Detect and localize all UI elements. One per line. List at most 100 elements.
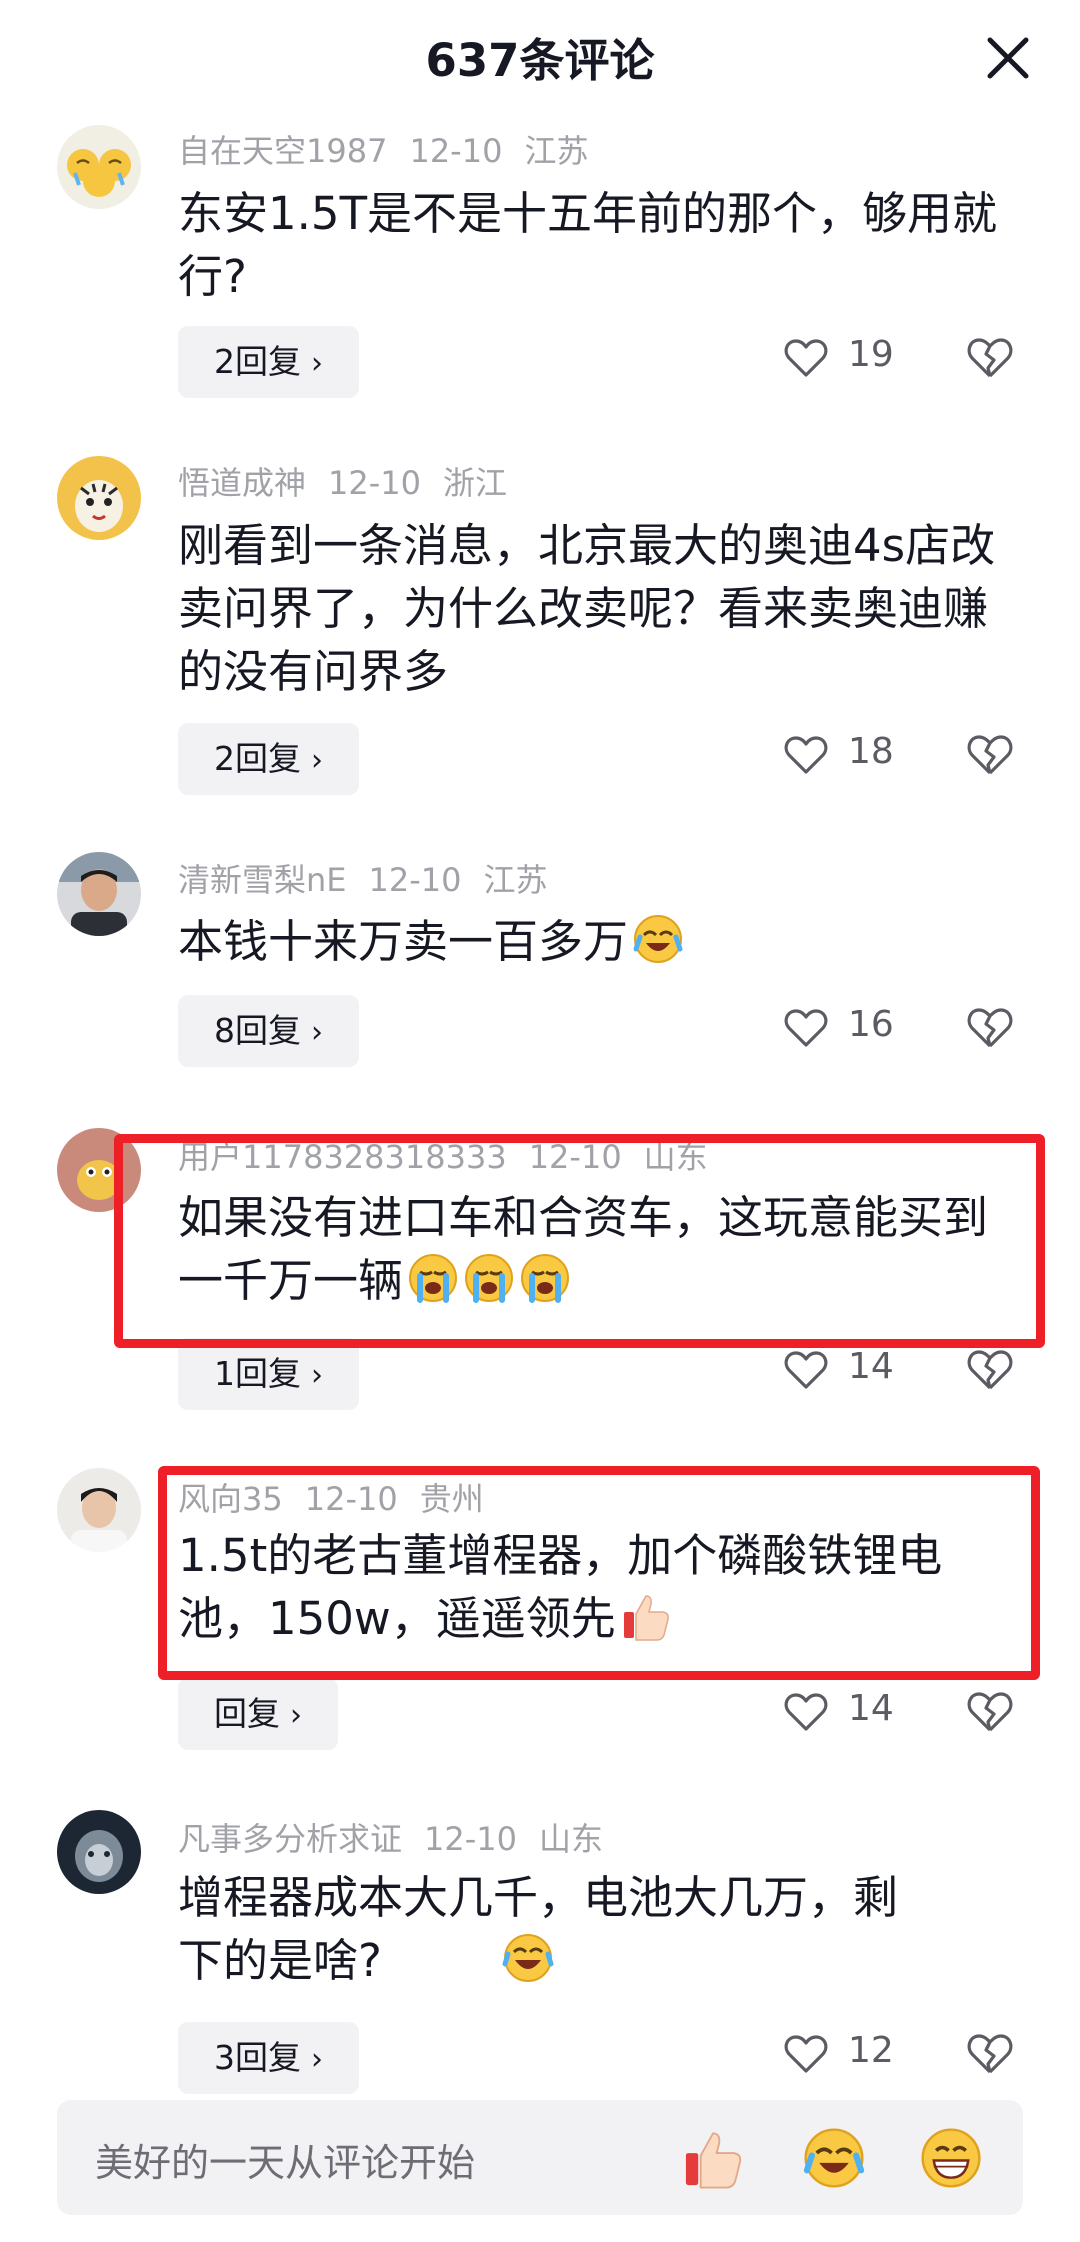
comment-text: 东安1.5T是不是十五年前的那个，够用就行? xyxy=(178,187,998,303)
comment-text: 如果没有进口车和合资车，这玩意能买到一千万一辆 xyxy=(178,1186,1008,1312)
thumbs-up-emoji xyxy=(623,1595,669,1641)
dislike-button[interactable] xyxy=(966,1000,1018,1060)
reply-label: 8回复 xyxy=(214,1011,301,1050)
reply-button[interactable]: 8回复 › xyxy=(178,995,359,1067)
chevron-right-icon: › xyxy=(311,346,323,381)
comment-meta: 悟道成神 12-10 浙江 xyxy=(178,458,529,504)
comment-username[interactable]: 悟道成神 xyxy=(178,464,306,502)
comment-text-content: 1.5t的老古董增程器，加个磷酸铁锂电池，150w，遥遥领先 xyxy=(178,1529,943,1645)
chevron-right-icon: › xyxy=(311,2042,323,2077)
broken-heart-icon xyxy=(967,2034,1013,2074)
reply-label: 3回复 xyxy=(214,2038,301,2077)
page-title: 637条评论 xyxy=(425,34,655,87)
comment-input[interactable]: 美好的一天从评论开始 xyxy=(95,2132,475,2187)
heart-outline-icon xyxy=(784,736,828,774)
comment-meta: 凡事多分析求证 12-10 山东 xyxy=(178,1814,625,1860)
comment-date: 12-10 xyxy=(528,1138,622,1176)
heart-outline-icon xyxy=(784,1693,828,1731)
like-count: 14 xyxy=(848,1346,894,1387)
like-button[interactable]: 18 xyxy=(784,727,944,787)
crying-laughing-emoji xyxy=(633,915,683,963)
comment-meta: 自在天空1987 12-10 江苏 xyxy=(178,126,610,172)
reply-label: 2回复 xyxy=(214,739,301,778)
like-count: 18 xyxy=(848,731,894,772)
dislike-button[interactable] xyxy=(966,330,1018,390)
comment-meta: 清新雪梨nE 12-10 江苏 xyxy=(178,855,570,901)
broken-heart-icon xyxy=(967,338,1013,378)
heart-outline-icon xyxy=(784,1351,828,1389)
like-count: 14 xyxy=(848,1688,894,1729)
heart-outline-icon xyxy=(784,339,828,377)
comment-location: 江苏 xyxy=(524,132,589,170)
like-button[interactable]: 14 xyxy=(784,1342,944,1402)
comment-username[interactable]: 自在天空1987 xyxy=(178,132,387,170)
reply-button[interactable]: 回复 › xyxy=(178,1678,338,1750)
comment-location: 浙江 xyxy=(443,464,508,502)
dislike-button[interactable] xyxy=(966,2026,1018,2086)
comment-meta: 用户1178328318333 12-10 山东 xyxy=(178,1132,730,1178)
sobbing-emoji xyxy=(465,1254,514,1303)
comment-text: 本钱十来万卖一百多万 xyxy=(178,910,1008,973)
dislike-button[interactable] xyxy=(966,1342,1018,1402)
comment-location: 贵州 xyxy=(419,1480,484,1518)
comment-text-content: 本钱十来万卖一百多万 xyxy=(178,915,629,968)
dislike-button[interactable] xyxy=(966,1684,1018,1744)
reply-label: 2回复 xyxy=(214,342,301,381)
sobbing-emoji xyxy=(409,1254,458,1303)
grinning-emoji-button[interactable] xyxy=(919,2126,983,2190)
sobbing-emoji xyxy=(521,1254,570,1303)
comment-meta: 风向35 12-10 贵州 xyxy=(178,1474,506,1520)
reply-button[interactable]: 1回复 › xyxy=(178,1338,359,1410)
avatar[interactable] xyxy=(57,1468,141,1552)
comment-text: 1.5t的老古董增程器，加个磷酸铁锂电池，150w，遥遥领先 xyxy=(178,1524,1008,1650)
reply-button[interactable]: 2回复 › xyxy=(178,723,359,795)
chevron-right-icon: › xyxy=(311,1358,323,1393)
heart-outline-icon xyxy=(784,1009,828,1047)
avatar[interactable] xyxy=(57,1128,141,1212)
comment-username[interactable]: 清新雪梨nE xyxy=(178,861,347,899)
reply-label: 回复 xyxy=(214,1694,280,1733)
comment-username[interactable]: 用户1178328318333 xyxy=(178,1138,507,1176)
like-button[interactable]: 16 xyxy=(784,1000,944,1060)
reply-button[interactable]: 3回复 › xyxy=(178,2022,359,2094)
dislike-button[interactable] xyxy=(966,727,1018,787)
laughing-emoji xyxy=(502,1934,554,1982)
comments-header: 637条评论 xyxy=(0,0,1080,120)
comment-date: 12-10 xyxy=(409,132,503,170)
like-count: 16 xyxy=(848,1004,894,1045)
comment-date: 12-10 xyxy=(304,1480,398,1518)
comment-date: 12-10 xyxy=(424,1820,517,1858)
comment-date: 12-10 xyxy=(328,464,421,502)
comment-username[interactable]: 风向35 xyxy=(178,1480,283,1518)
comment-username[interactable]: 凡事多分析求证 xyxy=(178,1820,402,1858)
broken-heart-icon xyxy=(967,1350,1013,1390)
comment-location: 山东 xyxy=(539,1820,604,1858)
broken-heart-icon xyxy=(967,1008,1013,1048)
avatar[interactable] xyxy=(57,456,141,540)
comment-input-bar[interactable]: 美好的一天从评论开始 xyxy=(57,2100,1023,2215)
comment-location: 山东 xyxy=(643,1138,708,1176)
comment-date: 12-10 xyxy=(368,861,462,899)
like-count: 12 xyxy=(848,2030,894,2071)
broken-heart-icon xyxy=(967,735,1013,775)
comment-text: 增程器成本大几千，电池大几万，剩下的是啥? xyxy=(178,1866,918,1992)
reply-label: 1回复 xyxy=(214,1354,301,1393)
avatar[interactable] xyxy=(57,852,141,936)
avatar[interactable] xyxy=(57,1810,141,1894)
crying-laughing-emoji-button[interactable] xyxy=(802,2126,866,2190)
like-button[interactable]: 14 xyxy=(784,1684,944,1744)
chevron-right-icon: › xyxy=(311,1015,323,1050)
chevron-right-icon: › xyxy=(311,743,323,778)
like-count: 19 xyxy=(848,334,894,375)
chevron-right-icon: › xyxy=(290,1698,302,1733)
thumbs-up-emoji-button[interactable] xyxy=(681,2126,745,2190)
comment-location: 江苏 xyxy=(483,861,548,899)
heart-outline-icon xyxy=(784,2035,828,2073)
like-button[interactable]: 19 xyxy=(784,330,944,390)
like-button[interactable]: 12 xyxy=(784,2026,944,2086)
close-icon[interactable] xyxy=(980,30,1036,86)
reply-button[interactable]: 2回复 › xyxy=(178,326,359,398)
avatar[interactable] xyxy=(57,125,141,209)
comment-text: 刚看到一条消息，北京最大的奥迪4s店改卖问界了，为什么改卖呢？看来卖奥迪赚的没有… xyxy=(178,519,996,698)
broken-heart-icon xyxy=(967,1692,1013,1732)
